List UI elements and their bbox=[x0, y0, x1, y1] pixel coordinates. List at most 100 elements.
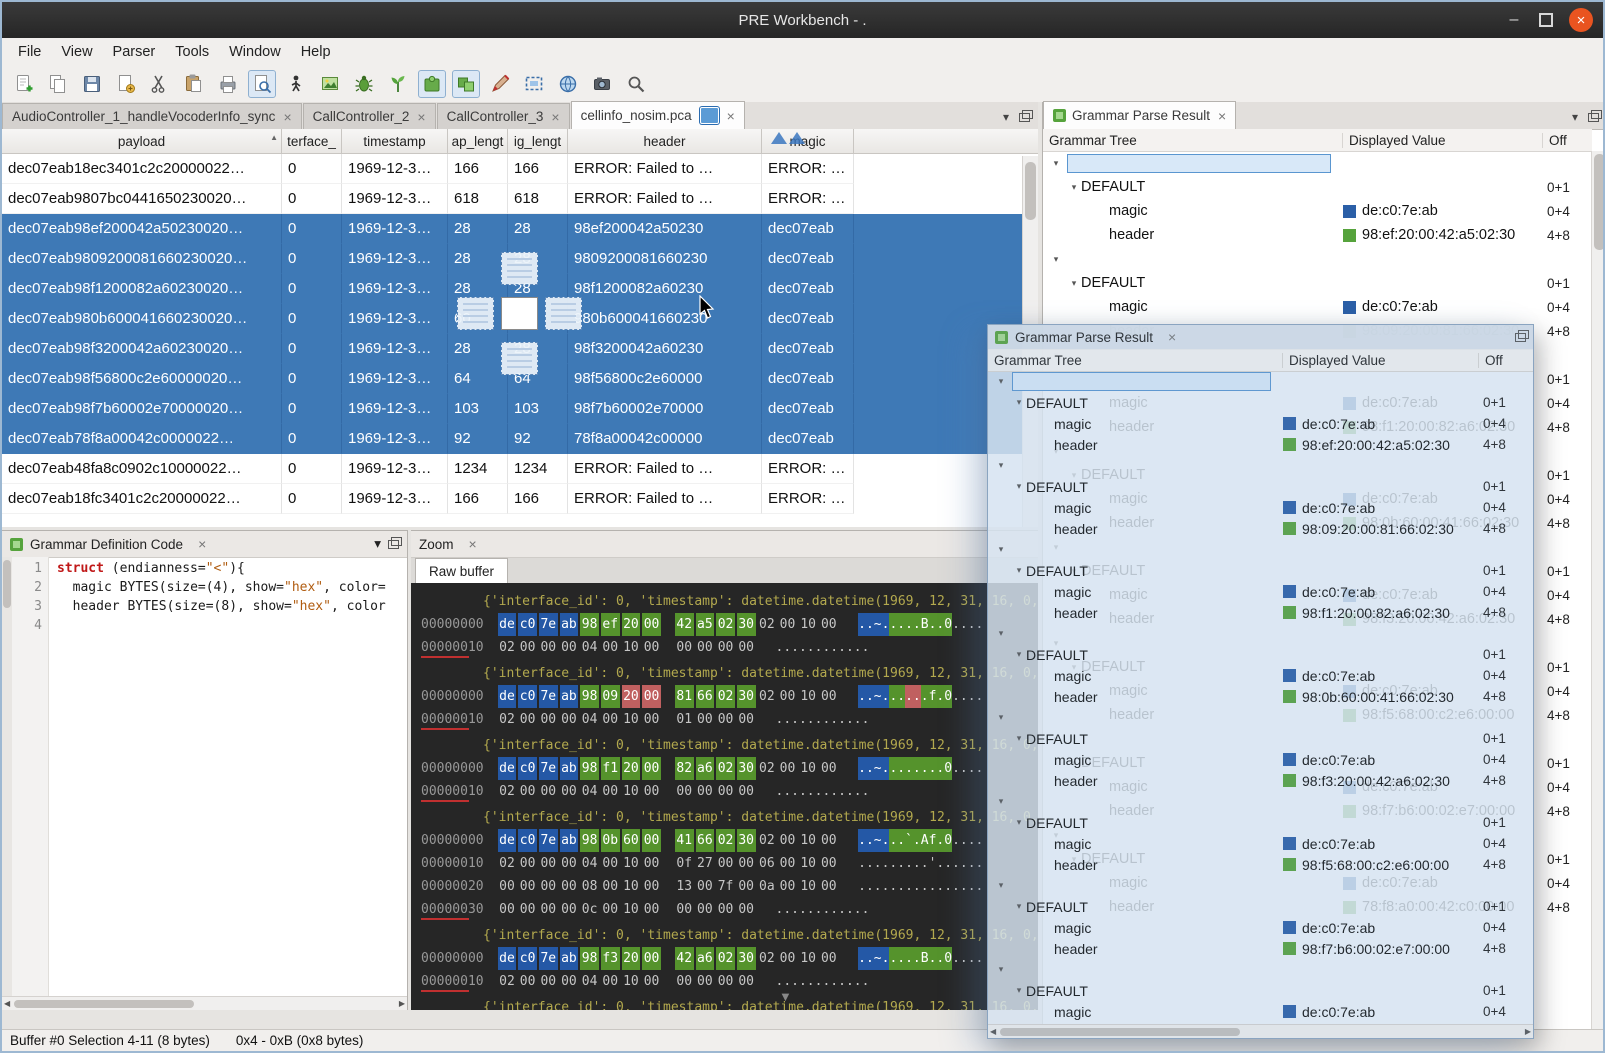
float-panel-icon[interactable] bbox=[1019, 113, 1030, 122]
debug-bug-icon[interactable] bbox=[350, 70, 378, 98]
tree-row[interactable]: ▾DEFAULT0+1 bbox=[988, 560, 1533, 581]
tree-row[interactable]: ▾ bbox=[988, 539, 1533, 560]
tab-AudioController_1_handleVocoderInfo_sync[interactable]: AudioController_1_handleVocoderInfo_sync… bbox=[2, 103, 302, 129]
tab-CallController_3[interactable]: CallController_3× bbox=[437, 103, 570, 129]
panel-title-bar[interactable]: Zoom × bbox=[411, 531, 1038, 558]
tree-row[interactable]: header98:ef:20:00:42:a5:02:304+8 bbox=[988, 434, 1533, 455]
column-offset[interactable]: Off bbox=[1543, 133, 1592, 148]
tree-row[interactable]: magicde:c0:7e:ab0+4 bbox=[1043, 199, 1592, 223]
column-header-ap_lengt[interactable]: ap_lengt bbox=[448, 129, 508, 153]
parse-all-toggle-icon[interactable] bbox=[452, 70, 480, 98]
table-row[interactable]: dec07eab9807bc0441650230020…01969-12-3…6… bbox=[2, 184, 1038, 214]
chevron-down-icon[interactable]: ▾ bbox=[1012, 649, 1026, 660]
print-icon[interactable] bbox=[214, 70, 242, 98]
tree-row[interactable]: ▾DEFAULT0+1 bbox=[988, 644, 1533, 665]
snapshot-camera-icon[interactable] bbox=[588, 70, 616, 98]
chevron-down-icon[interactable]: ▾ bbox=[1012, 481, 1026, 492]
tree-row[interactable]: magicde:c0:7e:ab0+4 bbox=[988, 581, 1533, 602]
tree-row[interactable]: header98:f5:68:00:c2:e6:00:004+8 bbox=[988, 854, 1533, 875]
chevron-down-icon[interactable]: ▾ bbox=[1012, 901, 1026, 912]
tree-row[interactable]: ▾DEFAULT0+1 bbox=[988, 812, 1533, 833]
hex-row[interactable]: 00000010020000000400100000000000........… bbox=[421, 780, 1038, 803]
chevron-down-icon[interactable]: ▾ bbox=[994, 460, 1008, 471]
column-offset[interactable]: Off bbox=[1479, 353, 1533, 368]
table-row[interactable]: dec07eab48fa8c0902c10000022…01969-12-3…1… bbox=[2, 454, 1038, 484]
tree-row[interactable]: ▾DEFAULT0+1 bbox=[988, 476, 1533, 497]
floating-window-title-bar[interactable]: Grammar Parse Result × bbox=[988, 325, 1533, 350]
save-icon[interactable] bbox=[78, 70, 106, 98]
chevron-down-icon[interactable]: ▾ bbox=[1049, 158, 1063, 169]
chevron-down-icon[interactable]: ▾ bbox=[994, 376, 1008, 387]
dock-right-target[interactable] bbox=[545, 297, 582, 330]
column-header-terface_[interactable]: terface_ bbox=[282, 129, 342, 153]
tree-row[interactable]: header98:ef:20:00:42:a5:02:304+8 bbox=[1043, 223, 1592, 247]
chevron-down-icon[interactable]: ▾ bbox=[1049, 254, 1063, 265]
table-row[interactable]: dec07eab18fc3401c2c20000022…01969-12-3…1… bbox=[2, 484, 1038, 514]
menu-help[interactable]: Help bbox=[291, 41, 341, 63]
grammar-plant-icon[interactable] bbox=[384, 70, 412, 98]
close-icon[interactable]: × bbox=[551, 109, 559, 125]
tree-row[interactable]: header98:0b:60:00:41:66:02:304+8 bbox=[988, 686, 1533, 707]
column-header-timestamp[interactable]: timestamp bbox=[342, 129, 448, 153]
scroll-right-icon[interactable]: ▶ bbox=[399, 999, 405, 1008]
find-in-file-icon[interactable] bbox=[248, 70, 276, 98]
titlebar[interactable]: PRE Workbench - . – × bbox=[2, 2, 1603, 38]
table-row[interactable]: dec07eab98f7b60002e70000020…01969-12-3…1… bbox=[2, 394, 1038, 424]
parse-toggle-icon[interactable] bbox=[418, 70, 446, 98]
chevron-down-icon[interactable]: ▾ bbox=[994, 796, 1008, 807]
export-icon[interactable] bbox=[112, 70, 140, 98]
tree-row[interactable]: header98:f3:20:00:42:a6:02:304+8 bbox=[988, 770, 1533, 791]
tree-row[interactable]: magicde:c0:7e:ab0+4 bbox=[988, 749, 1533, 770]
paste-icon[interactable] bbox=[180, 70, 208, 98]
column-header-header[interactable]: header bbox=[568, 129, 762, 153]
scroll-left-icon[interactable]: ◀ bbox=[990, 1027, 996, 1036]
chevron-down-icon[interactable]: ▾ bbox=[1012, 397, 1026, 408]
float-panel-icon[interactable] bbox=[1588, 113, 1599, 122]
open-copy-icon[interactable] bbox=[44, 70, 72, 98]
chevron-down-icon[interactable]: ▾ bbox=[994, 712, 1008, 723]
tab-CallController_2[interactable]: CallController_2× bbox=[303, 103, 436, 129]
close-icon[interactable]: × bbox=[727, 108, 735, 124]
tree-row[interactable]: magicde:c0:7e:ab0+4 bbox=[988, 497, 1533, 518]
tree-row[interactable]: magicde:c0:7e:ab0+4 bbox=[988, 413, 1533, 434]
close-icon[interactable]: × bbox=[1218, 108, 1226, 124]
column-grammar-tree[interactable]: Grammar Tree bbox=[988, 353, 1283, 368]
table-row[interactable]: dec07eab18ec3401c2c20000022…01969-12-3…1… bbox=[2, 154, 1038, 184]
hex-row[interactable]: 00000010020000000400100001000000........… bbox=[421, 708, 1038, 731]
close-button[interactable]: × bbox=[1569, 8, 1593, 32]
tree-row[interactable]: ▾DEFAULT0+1 bbox=[1043, 271, 1592, 295]
hex-row[interactable]: 00000000dec07eab98f3200042a6023002001000… bbox=[421, 947, 1038, 970]
chevron-down-icon[interactable]: ▾ bbox=[1012, 985, 1026, 996]
column-displayed-value[interactable]: Displayed Value bbox=[1343, 133, 1543, 148]
tree-row[interactable]: ▾ bbox=[988, 875, 1533, 896]
dock-bottom-target[interactable] bbox=[501, 342, 538, 375]
tree-row[interactable]: magicde:c0:7e:ab0+4 bbox=[988, 917, 1533, 938]
hex-row[interactable]: 00000010020000000400100000000000........… bbox=[421, 970, 1038, 993]
hex-row[interactable]: 00000000dec07eab980920008166023002001000… bbox=[421, 685, 1038, 708]
tree-scrollbar[interactable] bbox=[1591, 151, 1605, 1030]
tree-row[interactable]: ▾ bbox=[988, 623, 1533, 644]
scroll-right-icon[interactable]: ▶ bbox=[1525, 1027, 1531, 1036]
code-scrollbar-horizontal[interactable]: ◀ ▶ bbox=[2, 996, 407, 1010]
menu-file[interactable]: File bbox=[8, 41, 51, 63]
scroll-down-icon[interactable]: ▼ bbox=[779, 989, 792, 1004]
close-icon[interactable]: × bbox=[417, 109, 425, 125]
menu-window[interactable]: Window bbox=[219, 41, 291, 63]
table-row[interactable]: dec07eab98ef200042a50230020…01969-12-3…2… bbox=[2, 214, 1038, 244]
tree-row[interactable]: ▾ bbox=[988, 959, 1533, 980]
float-panel-icon[interactable] bbox=[388, 540, 399, 549]
tab-cellinfo_nosim.pca[interactable]: cellinfo_nosim.pca× bbox=[571, 101, 745, 129]
chevron-down-icon[interactable]: ▾ bbox=[994, 628, 1008, 639]
column-displayed-value[interactable]: Displayed Value bbox=[1283, 353, 1479, 368]
close-icon[interactable]: × bbox=[198, 536, 206, 552]
scroll-left-icon[interactable]: ◀ bbox=[4, 999, 10, 1008]
hex-row[interactable]: 00000000dec07eab98f1200082a6023002001000… bbox=[421, 757, 1038, 780]
column-header-ig_lengt[interactable]: ig_lengt bbox=[508, 129, 568, 153]
floating-scrollbar-horizontal[interactable]: ◀ ▶ bbox=[988, 1024, 1533, 1038]
close-icon[interactable]: × bbox=[469, 536, 477, 552]
tab-raw-buffer[interactable]: Raw buffer bbox=[415, 558, 508, 584]
float-panel-icon[interactable] bbox=[1515, 333, 1526, 342]
scrollbar-thumb[interactable] bbox=[1594, 154, 1605, 250]
run-icon[interactable] bbox=[282, 70, 310, 98]
dock-center-target[interactable] bbox=[501, 297, 538, 330]
